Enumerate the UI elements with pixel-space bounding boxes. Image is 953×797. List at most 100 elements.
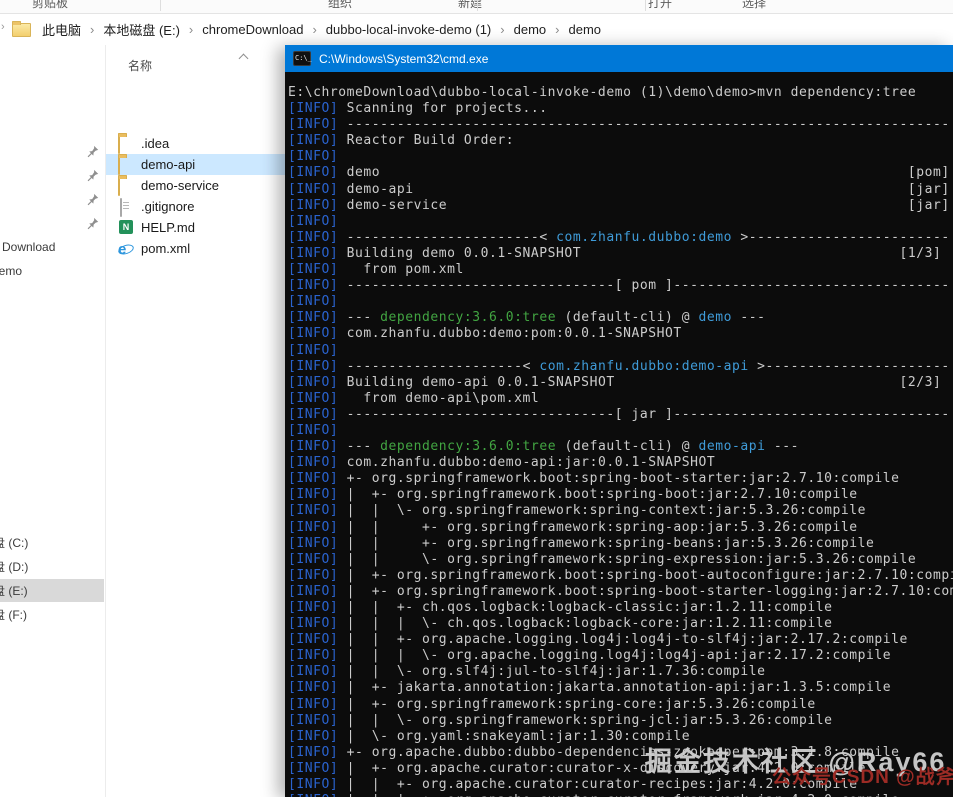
file-name: demo-service bbox=[141, 178, 220, 193]
column-header-name[interactable]: 名称 bbox=[128, 57, 152, 74]
console-line: [INFO] com.zhanfu.dubbo:demo:pom:0.0.1-S… bbox=[288, 326, 682, 342]
folder-icon bbox=[118, 155, 136, 175]
console-line: [INFO] | | | \- org.apache.logging.log4j… bbox=[288, 648, 892, 664]
console-line: [INFO] | | +- org.apache.logging.log4j:l… bbox=[288, 632, 908, 648]
text-file-icon bbox=[118, 197, 136, 217]
breadcrumb-item[interactable]: demo bbox=[513, 20, 548, 39]
ribbon-group-label: 组织 bbox=[328, 0, 353, 10]
console-line: [INFO] com.zhanfu.dubbo:demo-api:jar:0.0… bbox=[288, 455, 716, 471]
console-line: [INFO] | | +- ch.qos.logback:logback-cla… bbox=[288, 600, 833, 615]
console-line: [INFO] bbox=[288, 422, 339, 438]
sidebar-item[interactable]: demo bbox=[0, 264, 22, 278]
drive-label: 盘 (F:) bbox=[0, 608, 27, 622]
console-line: [INFO] ---------------------< com.zhanfu… bbox=[288, 358, 950, 374]
console-line: [INFO] | +- org.springframework.boot:spr… bbox=[288, 583, 953, 599]
console-line: [INFO] --- dependency:3.6.0:tree (defaul… bbox=[288, 310, 766, 326]
chevron-right-icon[interactable]: › bbox=[555, 22, 559, 37]
file-row[interactable]: demo-api bbox=[106, 154, 285, 175]
console-line: [INFO] ---------------------------------… bbox=[288, 117, 950, 133]
ribbon-group-label: 新建 bbox=[458, 0, 483, 10]
pin-icon[interactable] bbox=[86, 145, 99, 158]
console-line: [INFO] demo-service [jar] bbox=[288, 197, 950, 213]
pin-icon[interactable] bbox=[86, 169, 99, 182]
file-name: .idea bbox=[141, 136, 170, 151]
nav-arrow-fragment-icon[interactable]: › bbox=[1, 21, 5, 33]
sidebar-item-drive[interactable]: 盘 (E:) bbox=[0, 579, 104, 602]
file-list-pane: 名称 .idea demo-api demo-service .gitignore N H… bbox=[106, 45, 285, 797]
ribbon-strip: 剪贴板 组织 新建 打开 选择 bbox=[0, 0, 953, 14]
cmd-icon[interactable]: C:\_ bbox=[293, 51, 312, 66]
breadcrumb: 此电脑 › 本地磁盘 (E:) › chromeDownload › dubbo-local… bbox=[12, 14, 602, 45]
pin-icon[interactable] bbox=[86, 193, 99, 206]
breadcrumb-item[interactable]: 本地磁盘 (E:) bbox=[102, 18, 181, 41]
ribbon-divider bbox=[645, 0, 646, 11]
console-line: E:\chromeDownload\dubbo-local-invoke-dem… bbox=[288, 85, 917, 100]
file-row[interactable]: demo-service bbox=[106, 175, 285, 196]
folder-icon bbox=[118, 134, 136, 154]
chevron-right-icon[interactable]: › bbox=[90, 22, 94, 37]
console-line: [INFO] bbox=[288, 342, 339, 358]
console-line: [INFO] | | | \- ch.qos.logback:logback-c… bbox=[288, 616, 833, 632]
console-line: [INFO] demo-api [jar] bbox=[288, 181, 950, 197]
breadcrumb-item[interactable]: demo bbox=[567, 20, 602, 39]
sort-ascending-icon[interactable] bbox=[240, 53, 247, 60]
console-line: [INFO] --------------------------------[… bbox=[288, 278, 950, 294]
console-line: [INFO] | | \- org.slf4j:jul-to-slf4j:jar… bbox=[288, 664, 766, 680]
file-name: HELP.md bbox=[141, 220, 195, 235]
ribbon-divider bbox=[477, 0, 478, 11]
drive-label: 盘 (D:) bbox=[0, 560, 29, 574]
console-line: [INFO] | | +- org.springframework:spring… bbox=[288, 535, 875, 551]
console-line: [INFO] +- org.springframework.boot:sprin… bbox=[288, 471, 900, 487]
file-row[interactable]: e pom.xml bbox=[106, 238, 285, 259]
console-line: [INFO] | | +- org.springframework:spring… bbox=[288, 519, 858, 535]
sidebar-item-drive[interactable]: 盘 (D:) bbox=[0, 555, 104, 578]
console-line: [INFO] -----------------------< com.zhan… bbox=[288, 229, 950, 245]
folder-icon bbox=[12, 20, 31, 37]
watermark-csdn: 公众号CSDN @战斧 bbox=[772, 767, 953, 788]
chevron-right-icon[interactable]: › bbox=[500, 22, 504, 37]
console-line: [INFO] | | \- org.springframework:spring… bbox=[288, 551, 917, 567]
console-line: [INFO] | +- jakarta.annotation:jakarta.a… bbox=[288, 680, 892, 696]
console-line: [INFO] --------------------------------[… bbox=[288, 406, 950, 422]
console-line: [INFO] demo [pom] bbox=[288, 165, 950, 181]
sidebar-item-drive[interactable]: 盘 (F:) bbox=[0, 603, 104, 626]
cmd-window: C:\_ C:\Windows\System32\cmd.exe E:\chro… bbox=[285, 45, 953, 797]
console-line: [INFO] from demo-api\pom.xml bbox=[288, 390, 540, 406]
console-line: [INFO] Scanning for projects... bbox=[288, 101, 548, 117]
breadcrumb-item[interactable]: 此电脑 bbox=[41, 18, 82, 41]
file-row[interactable]: .gitignore bbox=[106, 196, 285, 217]
chevron-right-icon[interactable]: › bbox=[189, 22, 193, 37]
internet-explorer-icon: e bbox=[118, 240, 127, 258]
console-line: [INFO] --- dependency:3.6.0:tree (defaul… bbox=[288, 439, 800, 455]
console-line: [INFO] | | | +- org.apache.curator:curat… bbox=[288, 793, 953, 797]
cmd-titlebar[interactable]: C:\_ C:\Windows\System32\cmd.exe bbox=[285, 45, 953, 72]
ribbon-divider bbox=[160, 0, 161, 11]
console-line: [INFO] bbox=[288, 213, 339, 229]
ribbon-group-label: 打开 bbox=[648, 0, 673, 10]
console-line: [INFO] | +- org.springframework.boot:spr… bbox=[288, 567, 953, 583]
console-line: [INFO] | +- org.springframework:spring-c… bbox=[288, 696, 816, 712]
drive-label: 盘 (C:) bbox=[0, 536, 29, 550]
sidebar-item[interactable]: Download bbox=[2, 240, 55, 254]
file-name: pom.xml bbox=[141, 241, 191, 256]
breadcrumb-item[interactable]: chromeDownload bbox=[201, 20, 304, 39]
sidebar-item-drive[interactable]: 盘 (C:) bbox=[0, 531, 104, 554]
file-row[interactable]: N HELP.md bbox=[106, 217, 285, 238]
console-line: [INFO] Building demo-api 0.0.1-SNAPSHOT … bbox=[288, 374, 942, 390]
navigation-pane: Download demo 盘 (C:) 盘 (D:) 盘 (E:) 盘 (F:) bbox=[0, 45, 105, 797]
file-row[interactable]: .idea bbox=[106, 133, 285, 154]
console-line: [INFO] | +- org.springframework.boot:spr… bbox=[288, 487, 858, 503]
ribbon-group-label: 剪贴板 bbox=[32, 0, 69, 10]
address-bar[interactable]: › 此电脑 › 本地磁盘 (E:) › chromeDownload › dubbo-loc… bbox=[0, 14, 953, 46]
pin-icon[interactable] bbox=[86, 217, 99, 230]
chevron-right-icon[interactable]: › bbox=[312, 22, 316, 37]
folder-icon bbox=[118, 176, 136, 196]
breadcrumb-item[interactable]: dubbo-local-invoke-demo (1) bbox=[325, 20, 492, 39]
console-line: [INFO] | | \- org.springframework:spring… bbox=[288, 503, 866, 519]
console-line: [INFO] | | \- org.springframework:spring… bbox=[288, 712, 833, 728]
console-line: [INFO] from pom.xml bbox=[288, 262, 464, 278]
console-line: [INFO] bbox=[288, 149, 339, 165]
drive-label: 盘 (E:) bbox=[0, 584, 28, 598]
console-output[interactable]: E:\chromeDownload\dubbo-local-invoke-dem… bbox=[285, 72, 953, 797]
cmd-title-text: C:\Windows\System32\cmd.exe bbox=[319, 51, 489, 66]
